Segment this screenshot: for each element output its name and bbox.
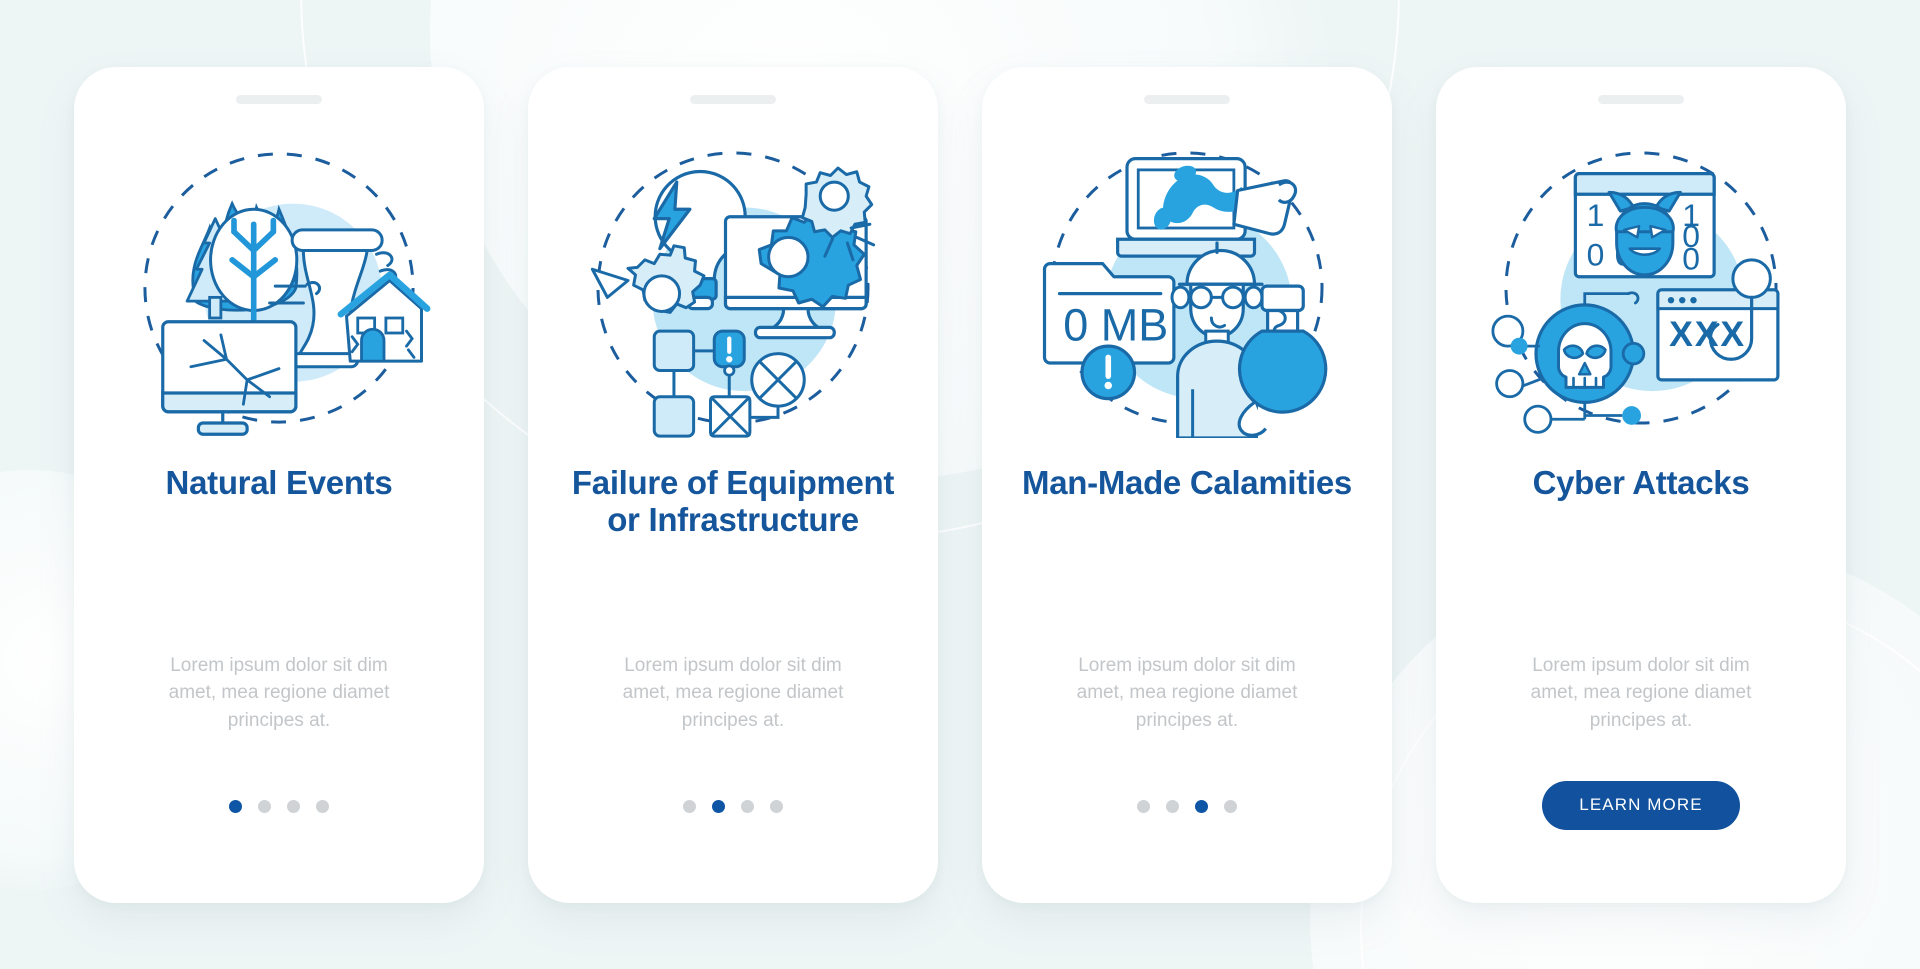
svg-text:0: 0: [1587, 236, 1605, 272]
wildfire-tornado-damaged-house-cracked-monitor-icon: [124, 138, 434, 438]
pagination-dot-3[interactable]: [287, 800, 300, 813]
malware-skull-phishing-hook-binary-icon: 1 0 1 0 0 1 0: [1486, 138, 1796, 438]
page-description: Lorem ipsum dolor sit dim amet, mea regi…: [622, 654, 844, 731]
pagination-dots[interactable]: [1137, 787, 1237, 827]
pagination-dot-4[interactable]: [1224, 800, 1237, 813]
phone-card-natural-events[interactable]: Natural Events Lorem ipsum dolor sit dim…: [74, 66, 484, 903]
spilled-laptop-empty-folder-worker-gas-canister-icon: 0 MB: [1032, 138, 1342, 438]
learn-more-button[interactable]: LEARN MORE: [1542, 780, 1740, 830]
page-description: Lorem ipsum dolor sit dim amet, mea regi…: [1076, 654, 1298, 731]
phone-mockup-row: Natural Events Lorem ipsum dolor sit dim…: [0, 0, 1920, 969]
page-title: Cyber Attacks: [1532, 463, 1750, 501]
pagination-dot-3[interactable]: [741, 800, 754, 813]
pagination-dot-4[interactable]: [316, 800, 329, 813]
phone-speaker-notch: [1598, 94, 1684, 104]
phone-speaker-notch: [236, 94, 322, 104]
onboarding-screens-mockup: Natural Events Lorem ipsum dolor sit dim…: [0, 0, 1920, 969]
pagination-dot-2[interactable]: [258, 800, 271, 813]
pagination-dot-1[interactable]: [1137, 800, 1150, 813]
page-description: Lorem ipsum dolor sit dim amet, mea regi…: [1530, 654, 1752, 731]
page-title: Failure of Equipment or Infrastructure: [571, 463, 895, 539]
password-mask-label: XXX: [1669, 314, 1746, 354]
pagination-dots[interactable]: [229, 787, 329, 827]
pagination-dot-4[interactable]: [770, 800, 783, 813]
pagination-dot-3[interactable]: [1195, 800, 1208, 813]
phone-speaker-notch: [1144, 94, 1230, 104]
pagination-dot-2[interactable]: [712, 800, 725, 813]
phone-card-man-made-calamities[interactable]: 0 MB Man-Made Calamities Lorem ipsum dol…: [982, 66, 1392, 903]
lightbulb-gears-monitor-network-failure-icon: [578, 138, 888, 438]
pagination-dot-1[interactable]: [229, 800, 242, 813]
phone-card-failure-of-equipment[interactable]: Failure of Equipment or Infrastructure L…: [528, 66, 938, 903]
folder-size-label: 0 MB: [1063, 299, 1168, 350]
page-title: Natural Events: [165, 463, 393, 501]
phone-speaker-notch: [690, 94, 776, 104]
page-description: Lorem ipsum dolor sit dim amet, mea regi…: [168, 654, 390, 731]
pagination-dots[interactable]: [683, 787, 783, 827]
binary-left-label: 1: [1587, 197, 1605, 233]
pagination-dot-2[interactable]: [1166, 800, 1179, 813]
phone-card-cyber-attacks[interactable]: 1 0 1 0 0 1 0: [1436, 66, 1846, 903]
pagination-dot-1[interactable]: [683, 800, 696, 813]
page-title: Man-Made Calamities: [1022, 463, 1352, 501]
svg-text:0: 0: [1682, 240, 1700, 276]
